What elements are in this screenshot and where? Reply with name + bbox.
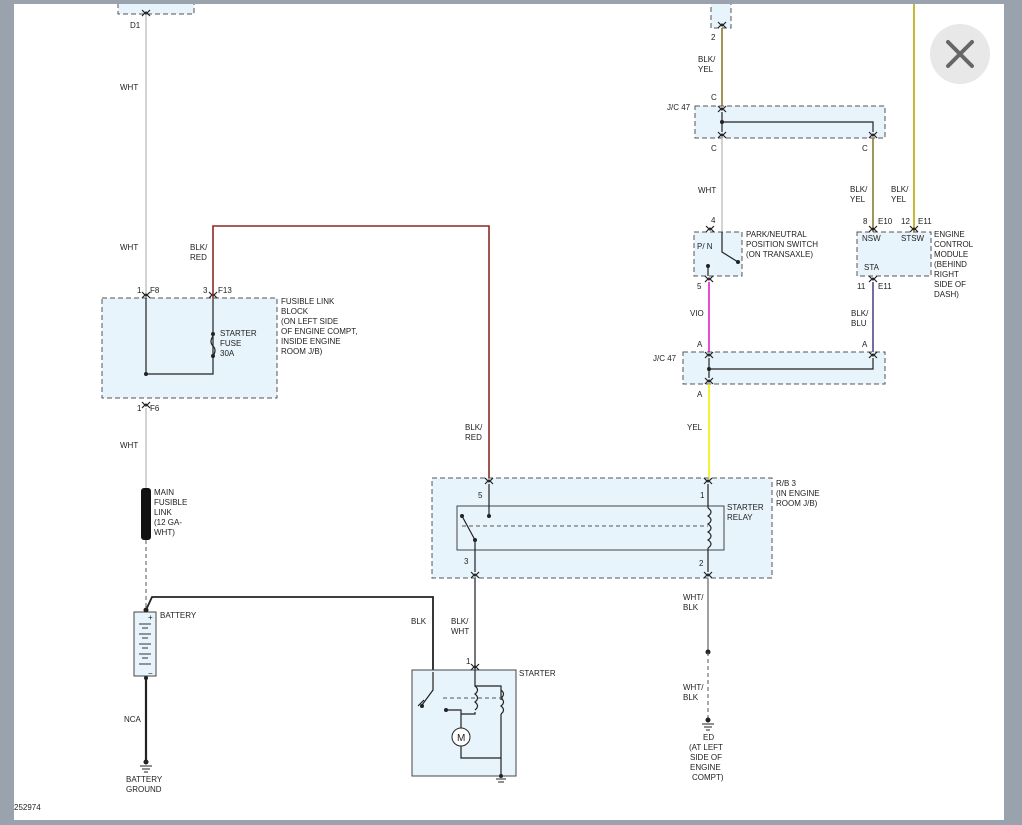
ground-icon — [496, 778, 506, 783]
motor-label: M — [457, 733, 465, 744]
junction-dot — [144, 676, 148, 680]
jc47-bottom-box — [682, 351, 886, 385]
battery-ground-label: BATTERY GROUND — [126, 775, 163, 794]
junction-dot — [211, 332, 215, 336]
close-button[interactable] — [930, 24, 990, 84]
wire-label-blk: BLK — [411, 617, 427, 626]
jc-pin-a3: A — [697, 390, 703, 399]
jc-pin-a2: A — [862, 340, 868, 349]
junction-dot — [707, 367, 711, 371]
wire-label-blk-wht: BLK/WHT — [451, 617, 469, 636]
wire-label-wht-blk-1: WHT/BLK — [683, 593, 704, 612]
ground-icon — [702, 723, 714, 731]
relay-pin-5: 5 — [478, 491, 483, 500]
pn-contacts-label: P/ N — [697, 242, 713, 251]
junction-dot — [487, 514, 491, 518]
wiring-diagram-sheet: D1 WHT WHT 1 F8 3 F13 1 F6 STARTER FUSE 30… — [14, 0, 1004, 820]
ed-ground-label: ED (AT LEFT SIDE OF ENGINE COMPT) — [689, 733, 724, 782]
pin-f13-number: 3 — [203, 286, 208, 295]
ground-icon — [140, 765, 152, 773]
ecm-stsw-label: STSW — [901, 234, 925, 243]
wire-label-blk-yel-ecm: BLK/YEL — [891, 185, 909, 204]
rb3-box — [431, 477, 773, 579]
jc47-bottom-label: J/C 47 — [653, 354, 677, 363]
ground-point — [143, 759, 149, 765]
relay-pin-1: 1 — [700, 491, 705, 500]
wire-label-blk-yel-jc: BLK/YEL — [850, 185, 868, 204]
wire-label-wht-1: WHT — [120, 83, 138, 92]
ecm-connector-e11: E11 — [918, 217, 932, 226]
jc-pin-c2: C — [711, 144, 717, 153]
wire-label-yel: YEL — [687, 423, 703, 432]
wire-label-blk-blu: BLK/BLU — [851, 309, 869, 328]
main-fusible-link-label: MAIN FUSIBLE LINK (12 GA-WHT) — [154, 488, 187, 537]
pin-f6-number: 1 — [137, 404, 142, 413]
wire-label-wht-jc: WHT — [698, 186, 716, 195]
ecm-pin-8: 8 — [863, 217, 868, 226]
jc-pin-c1: C — [711, 93, 717, 102]
pn-pin-4: 4 — [711, 216, 716, 225]
battery-minus: − — [148, 669, 153, 678]
connector-pn-4 — [705, 225, 715, 233]
junction-dot — [211, 354, 215, 358]
battery-plus: + — [148, 613, 153, 622]
d1-label: D1 — [130, 21, 141, 30]
d1-connector-box — [117, 0, 195, 15]
wire-label-vio: VIO — [690, 309, 704, 318]
ecm-pin-11: 11 — [857, 282, 866, 291]
fusible-link-block-label: FUSIBLE LINK BLOCK (ON LEFT SIDE OF ENGINE … — [281, 297, 357, 356]
wire-label-nca: NCA — [124, 715, 142, 724]
relay-contact-dot — [460, 514, 464, 518]
ground-point — [705, 717, 711, 723]
pn-contact-dot — [736, 260, 740, 264]
ecm-connector-e10: E10 — [878, 217, 893, 226]
starter-label: STARTER — [519, 669, 556, 678]
rb3-label: R/B 3 (IN ENGINE ROOM J/B) — [776, 479, 820, 508]
top-pin-2: 2 — [711, 33, 716, 42]
ecm-connector-e11-b: E11 — [878, 282, 892, 291]
wire-label-wht-blk-2: WHT/BLK — [683, 683, 704, 702]
pn-pin-5: 5 — [697, 282, 702, 291]
ecm-sta-label: STA — [864, 263, 880, 272]
wiring-diagram: D1 WHT WHT 1 F8 3 F13 1 F6 STARTER FUSE 30… — [14, 0, 974, 812]
wire-label-wht-2: WHT — [120, 243, 138, 252]
junction-dot — [444, 708, 448, 712]
jc-pin-c3: C — [862, 144, 868, 153]
junction-dot — [144, 372, 148, 376]
pin-f6: F6 — [150, 404, 160, 413]
main-fusible-link-symbol — [141, 488, 151, 540]
connector-ecm-sta — [868, 275, 878, 283]
starter-pin-1: 1 — [466, 657, 471, 666]
jc47-top-label: J/C 47 — [667, 103, 691, 112]
park-neutral-switch-label: PARK/NEUTRAL POSITION SWITCH (ON TRANSAXLE… — [746, 230, 818, 259]
close-icon — [946, 40, 974, 68]
ecm-nsw-label: NSW — [862, 234, 881, 243]
connector-pn-5 — [704, 275, 714, 283]
pin-f13: F13 — [218, 286, 232, 295]
ecm-label: ENGINE CONTROL MODULE (BEHIND RIGHT SIDE OF DA… — [934, 230, 974, 299]
relay-pin-2: 2 — [699, 559, 704, 568]
junction-dot — [420, 704, 424, 708]
diagram-id: 252974 — [14, 803, 41, 812]
junction-dot — [720, 120, 724, 124]
ecm-pin-12: 12 — [901, 217, 910, 226]
pin-f8: F8 — [150, 286, 160, 295]
battery-label: BATTERY — [160, 611, 197, 620]
park-neutral-switch-box — [693, 231, 743, 277]
jc-pin-a1: A — [697, 340, 703, 349]
fusible-link-block-box — [101, 297, 278, 399]
wire-label-blk-red-2: BLK/RED — [465, 423, 483, 442]
wire-label-blk-yel-top: BLK/YEL — [698, 55, 716, 74]
connector-f6-symbol — [141, 401, 151, 409]
wire-battery-blk — [145, 596, 434, 672]
wire-label-wht-3: WHT — [120, 441, 138, 450]
viewer-background: D1 WHT WHT 1 F8 3 F13 1 F6 STARTER FUSE 30… — [0, 0, 1022, 824]
pin-f8-number: 1 — [137, 286, 142, 295]
relay-pin-3: 3 — [464, 557, 469, 566]
ground-point — [499, 774, 503, 778]
wire-label-blk-red-1: BLK/RED — [190, 243, 208, 262]
